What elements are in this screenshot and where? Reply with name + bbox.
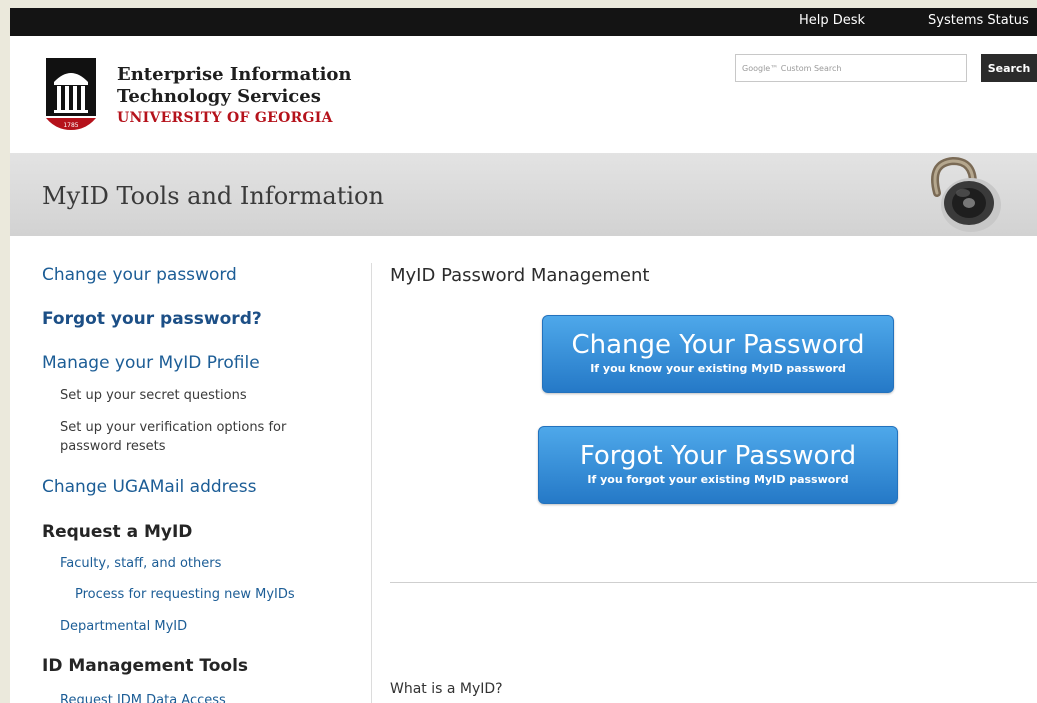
sidebar-item-requesting-process[interactable]: Process for requesting new MyIDs [75,587,295,602]
combination-lock-icon [931,156,1001,232]
forgot-password-button[interactable]: Forgot Your Password If you forgot your … [538,426,898,504]
forgot-password-button-title: Forgot Your Password [579,441,857,471]
sidebar-item-verification-options[interactable]: Set up your verification options for [60,420,286,435]
search-button[interactable]: Search [981,54,1037,82]
top-utility-bar: Help Desk Systems Status [10,8,1037,36]
sidebar-item-forgot-password[interactable]: Forgot your password? [42,309,262,329]
search-input[interactable] [735,54,967,82]
forgot-password-button-subtitle: If you forgot your existing MyID passwor… [587,473,849,486]
sidebar-item-manage-profile[interactable]: Manage your MyID Profile [42,353,260,373]
sidebar-heading-request-myid: Request a MyID [42,522,193,542]
page-title: MyID Tools and Information [42,182,384,210]
sidebar-item-change-password[interactable]: Change your password [42,265,237,285]
sidebar-heading-id-management: ID Management Tools [42,656,249,676]
sidebar-item-departmental-myid[interactable]: Departmental MyID [60,619,187,634]
uga-arch-logo[interactable]: 1785 [46,58,96,130]
sidebar-item-verification-options-cont[interactable]: password resets [60,439,166,454]
change-password-button-subtitle: If you know your existing MyID password [590,362,846,375]
logo-year: 1785 [63,122,78,129]
sidebar-item-idm-data-access[interactable]: Request IDM Data Access [60,693,226,703]
sidebar-item-secret-questions[interactable]: Set up your secret questions [60,388,247,403]
brand-line-1: Enterprise Information [117,64,352,85]
change-password-button-title: Change Your Password [571,330,865,360]
change-password-button[interactable]: Change Your Password If you know your ex… [542,315,894,393]
section-title: MyID Password Management [390,265,650,286]
sidebar-item-faculty-staff[interactable]: Faculty, staff, and others [60,556,221,571]
sidebar-item-change-ugamail[interactable]: Change UGAMail address [42,477,256,497]
systems-status-link[interactable]: Systems Status [928,13,1029,28]
brand-wordmark[interactable]: Enterprise Information Technology Servic… [117,64,352,128]
column-divider [371,263,372,703]
page: Help Desk Systems Status 1785 Enterprise… [10,8,1037,703]
horizontal-divider [390,582,1037,583]
title-band: MyID Tools and Information [10,153,1037,236]
what-is-myid-heading: What is a MyID? [390,681,503,697]
brand-line-3: UNIVERSITY OF GEORGIA [117,110,333,126]
help-desk-link[interactable]: Help Desk [799,13,865,28]
brand-line-2: Technology Services [117,86,321,107]
